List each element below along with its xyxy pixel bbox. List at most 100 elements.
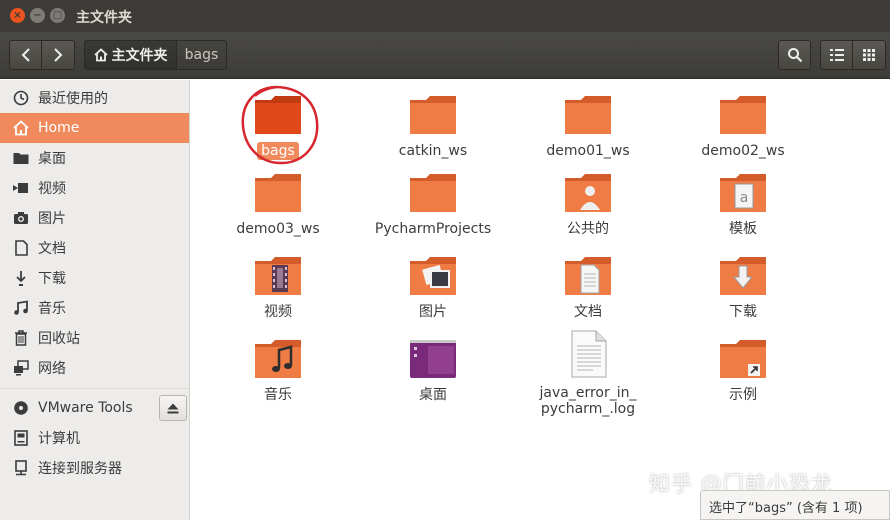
sidebar: 最近使用的 Home 桌面 视频 图片 文档 下载 音乐 回收站 网络 VMwa… — [0, 80, 190, 520]
file-name: 图片 — [419, 304, 447, 320]
file-item-java-error-log[interactable]: java_error_in_ pycharm_.log — [513, 330, 663, 418]
trash-icon — [12, 329, 30, 347]
file-item-examples[interactable]: 示例 — [668, 338, 818, 404]
desktop-folder-icon — [410, 340, 456, 378]
folder-icon — [410, 96, 456, 134]
file-item-desktop[interactable]: 桌面 — [358, 338, 508, 404]
music-icon — [12, 299, 30, 317]
folder-icon — [565, 96, 611, 134]
sidebar-separator — [0, 388, 189, 389]
sidebar-item-network[interactable]: 网络 — [0, 353, 189, 383]
file-name-line-2: pycharm_.log — [540, 401, 636, 417]
sidebar-item-documents[interactable]: 文档 — [0, 233, 189, 263]
grid-view-button[interactable] — [853, 40, 886, 70]
chevron-right-icon — [54, 48, 63, 62]
file-item-downloads[interactable]: 下载 — [668, 255, 818, 321]
sidebar-item-vmware-tools[interactable]: VMware Tools — [0, 393, 157, 423]
eject-icon — [167, 403, 179, 413]
home-icon — [93, 48, 108, 62]
sidebar-item-label: VMware Tools — [38, 400, 133, 416]
file-name: demo01_ws — [546, 143, 630, 159]
breadcrumb-label: bags — [184, 47, 219, 63]
file-item-videos[interactable]: 视频 — [203, 255, 353, 321]
sidebar-item-home[interactable]: Home — [0, 113, 189, 143]
file-name: 模板 — [729, 221, 757, 237]
disk-icon — [12, 399, 30, 417]
folder-icon — [12, 149, 30, 167]
search-icon — [787, 48, 802, 63]
file-grid: bags catkin_ws demo01_ws demo02_ws demo0… — [191, 80, 890, 520]
file-item-pictures[interactable]: 图片 — [358, 255, 508, 321]
sidebar-item-label: 最近使用的 — [38, 91, 108, 107]
maximize-window-button[interactable]: □ — [50, 8, 65, 23]
sidebar-item-downloads[interactable]: 下载 — [0, 263, 189, 293]
camera-icon — [12, 209, 30, 227]
back-button[interactable] — [9, 40, 42, 70]
sidebar-item-music[interactable]: 音乐 — [0, 293, 189, 323]
link-folder-icon — [720, 340, 766, 378]
close-window-button[interactable]: × — [10, 8, 25, 23]
file-name: 公共的 — [567, 221, 609, 237]
grid-icon — [863, 49, 875, 61]
file-item-documents[interactable]: 文档 — [513, 255, 663, 321]
file-item-pycharmprojects[interactable]: PycharmProjects — [358, 172, 508, 238]
file-name: catkin_ws — [398, 143, 468, 159]
file-manager-window: × − □ 主文件夹 主文件夹 bags 最近使用的 Home 桌面 视频 图片… — [0, 0, 890, 520]
sidebar-item-label: 回收站 — [38, 331, 80, 347]
status-bar: 选中了“bags” (含有 1 项) — [700, 490, 890, 520]
sidebar-item-trash[interactable]: 回收站 — [0, 323, 189, 353]
file-item-demo01-ws[interactable]: demo01_ws — [513, 94, 663, 160]
forward-button[interactable] — [42, 40, 75, 70]
chevron-left-icon — [21, 48, 30, 62]
video-icon — [12, 179, 30, 197]
file-item-demo03-ws[interactable]: demo03_ws — [203, 172, 353, 238]
list-icon — [829, 49, 844, 61]
search-button[interactable] — [778, 40, 811, 70]
sidebar-item-label: 下载 — [38, 271, 66, 287]
clock-icon — [12, 89, 30, 107]
sidebar-item-connect-server[interactable]: 连接到服务器 — [0, 453, 189, 483]
pictures-folder-icon — [410, 257, 456, 295]
public-folder-icon — [565, 174, 611, 212]
sidebar-item-label: 视频 — [38, 181, 66, 197]
sidebar-item-label: 桌面 — [38, 151, 66, 167]
sidebar-item-label: 计算机 — [38, 431, 80, 447]
file-item-catkin-ws[interactable]: catkin_ws — [358, 94, 508, 160]
sidebar-item-desktop[interactable]: 桌面 — [0, 143, 189, 173]
minimize-window-button[interactable]: − — [30, 8, 45, 23]
breadcrumb-bags[interactable]: bags — [177, 40, 227, 70]
file-name: 音乐 — [264, 387, 292, 403]
file-item-templates[interactable]: a 模板 — [668, 172, 818, 238]
sidebar-item-label: 网络 — [38, 361, 66, 377]
file-item-music[interactable]: 音乐 — [203, 338, 353, 404]
file-name: 文档 — [574, 304, 602, 320]
breadcrumb-home[interactable]: 主文件夹 — [84, 40, 177, 70]
sidebar-item-label: 图片 — [38, 211, 66, 227]
title-bar: × − □ 主文件夹 — [0, 0, 890, 32]
sidebar-item-recent[interactable]: 最近使用的 — [0, 83, 189, 113]
eject-button[interactable] — [159, 395, 187, 421]
svg-text:a: a — [740, 190, 749, 206]
sidebar-item-videos[interactable]: 视频 — [0, 173, 189, 203]
window-title: 主文件夹 — [76, 10, 132, 26]
text-file-icon — [571, 330, 607, 378]
file-name: PycharmProjects — [374, 221, 492, 237]
document-icon — [12, 239, 30, 257]
network-icon — [12, 359, 30, 377]
sidebar-item-label: 文档 — [38, 241, 66, 257]
file-name: 示例 — [729, 387, 757, 403]
list-view-button[interactable] — [820, 40, 853, 70]
file-item-demo02-ws[interactable]: demo02_ws — [668, 94, 818, 160]
file-name: demo02_ws — [701, 143, 785, 159]
sidebar-item-computer[interactable]: 计算机 — [0, 423, 189, 453]
templates-folder-icon: a — [720, 174, 766, 212]
folder-icon — [255, 174, 301, 212]
file-name: 桌面 — [419, 387, 447, 403]
server-icon — [12, 459, 30, 477]
file-item-public[interactable]: 公共的 — [513, 172, 663, 238]
music-folder-icon — [255, 340, 301, 378]
documents-folder-icon — [565, 257, 611, 295]
sidebar-item-pictures[interactable]: 图片 — [0, 203, 189, 233]
folder-icon — [720, 96, 766, 134]
computer-icon — [12, 429, 30, 447]
